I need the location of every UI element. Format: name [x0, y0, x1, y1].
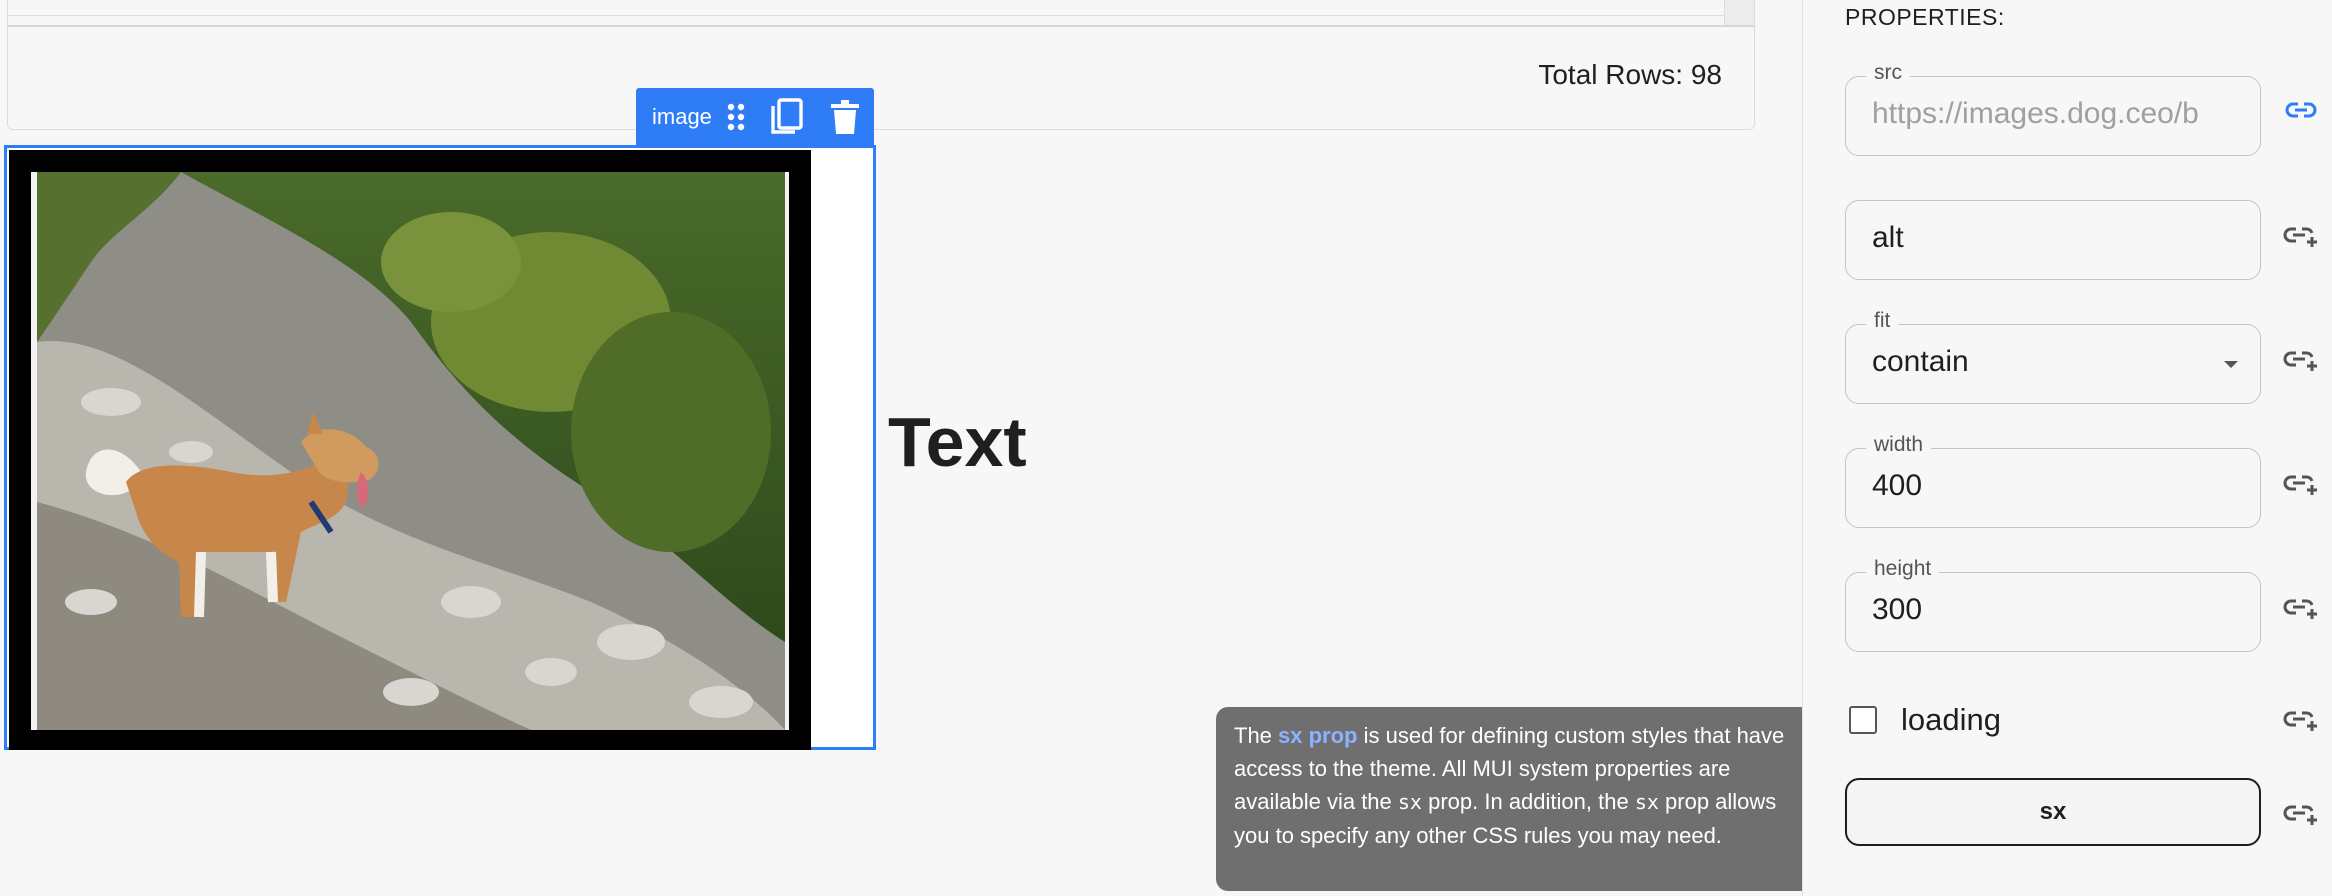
height-label: height	[1866, 557, 1940, 581]
component-type-label: image	[652, 104, 712, 129]
total-rows-text: Total Rows: 98	[1538, 59, 1722, 90]
src-input[interactable]: https://images.dog.ceo/b	[1872, 97, 2242, 131]
add-link-icon[interactable]	[2283, 346, 2319, 374]
fit-label: fit	[1866, 309, 1899, 333]
editor-canvas: Total Rows: 98 image Text The sx prop is…	[0, 0, 1816, 896]
chevron-down-icon[interactable]	[2224, 361, 2238, 368]
fit-select[interactable]: fit contain	[1845, 309, 2261, 404]
copy-icon[interactable]	[766, 98, 806, 136]
text-component[interactable]: Text	[888, 402, 1027, 482]
grid-footer-divider	[8, 25, 1754, 27]
src-field[interactable]: src https://images.dog.ceo/b	[1845, 61, 2261, 156]
link-icon[interactable]	[2283, 96, 2319, 124]
loading-checkbox-row[interactable]: loading	[1845, 700, 2001, 740]
grid-row-divider	[8, 15, 1754, 16]
drag-handle-icon[interactable]	[726, 103, 746, 131]
add-link-icon[interactable]	[2283, 706, 2319, 734]
tooltip-text: The	[1234, 723, 1279, 748]
width-input[interactable]: 400	[1872, 469, 2242, 503]
add-link-icon[interactable]	[2283, 222, 2319, 250]
alt-input[interactable]: alt	[1872, 221, 2242, 255]
tooltip-text: prop. In addition, the	[1421, 789, 1635, 814]
dog-photo	[31, 172, 789, 730]
delete-icon[interactable]	[828, 100, 862, 134]
add-link-icon[interactable]	[2283, 594, 2319, 622]
fit-value[interactable]: contain	[1872, 345, 2242, 379]
grid-scrollbar[interactable]	[1724, 0, 1754, 25]
tooltip-code: sx	[1397, 790, 1422, 814]
sx-prop-tooltip: The sx prop is used for defining custom …	[1216, 707, 1816, 891]
image-component-toolbar: image	[636, 88, 874, 146]
alt-field[interactable]: alt	[1845, 200, 2261, 280]
src-label: src	[1866, 61, 1910, 85]
image-letterbox	[9, 150, 811, 750]
width-field[interactable]: width 400	[1845, 433, 2261, 528]
image-component[interactable]	[4, 145, 876, 750]
data-grid: Total Rows: 98	[7, 0, 1755, 130]
loading-checkbox[interactable]	[1849, 706, 1877, 734]
height-input[interactable]: 300	[1872, 593, 2242, 627]
panel-title: PROPERTIES:	[1845, 4, 2005, 30]
width-label: width	[1866, 433, 1932, 457]
sx-button[interactable]: sx	[1845, 778, 2261, 846]
add-link-icon[interactable]	[2283, 800, 2319, 828]
add-link-icon[interactable]	[2283, 470, 2319, 498]
sx-prop-link[interactable]: sx prop	[1278, 723, 1357, 748]
tooltip-code: sx	[1634, 790, 1659, 814]
properties-panel: PROPERTIES: src https://images.dog.ceo/b…	[1802, 0, 2332, 896]
height-field[interactable]: height 300	[1845, 557, 2261, 652]
loading-label: loading	[1901, 702, 2001, 737]
